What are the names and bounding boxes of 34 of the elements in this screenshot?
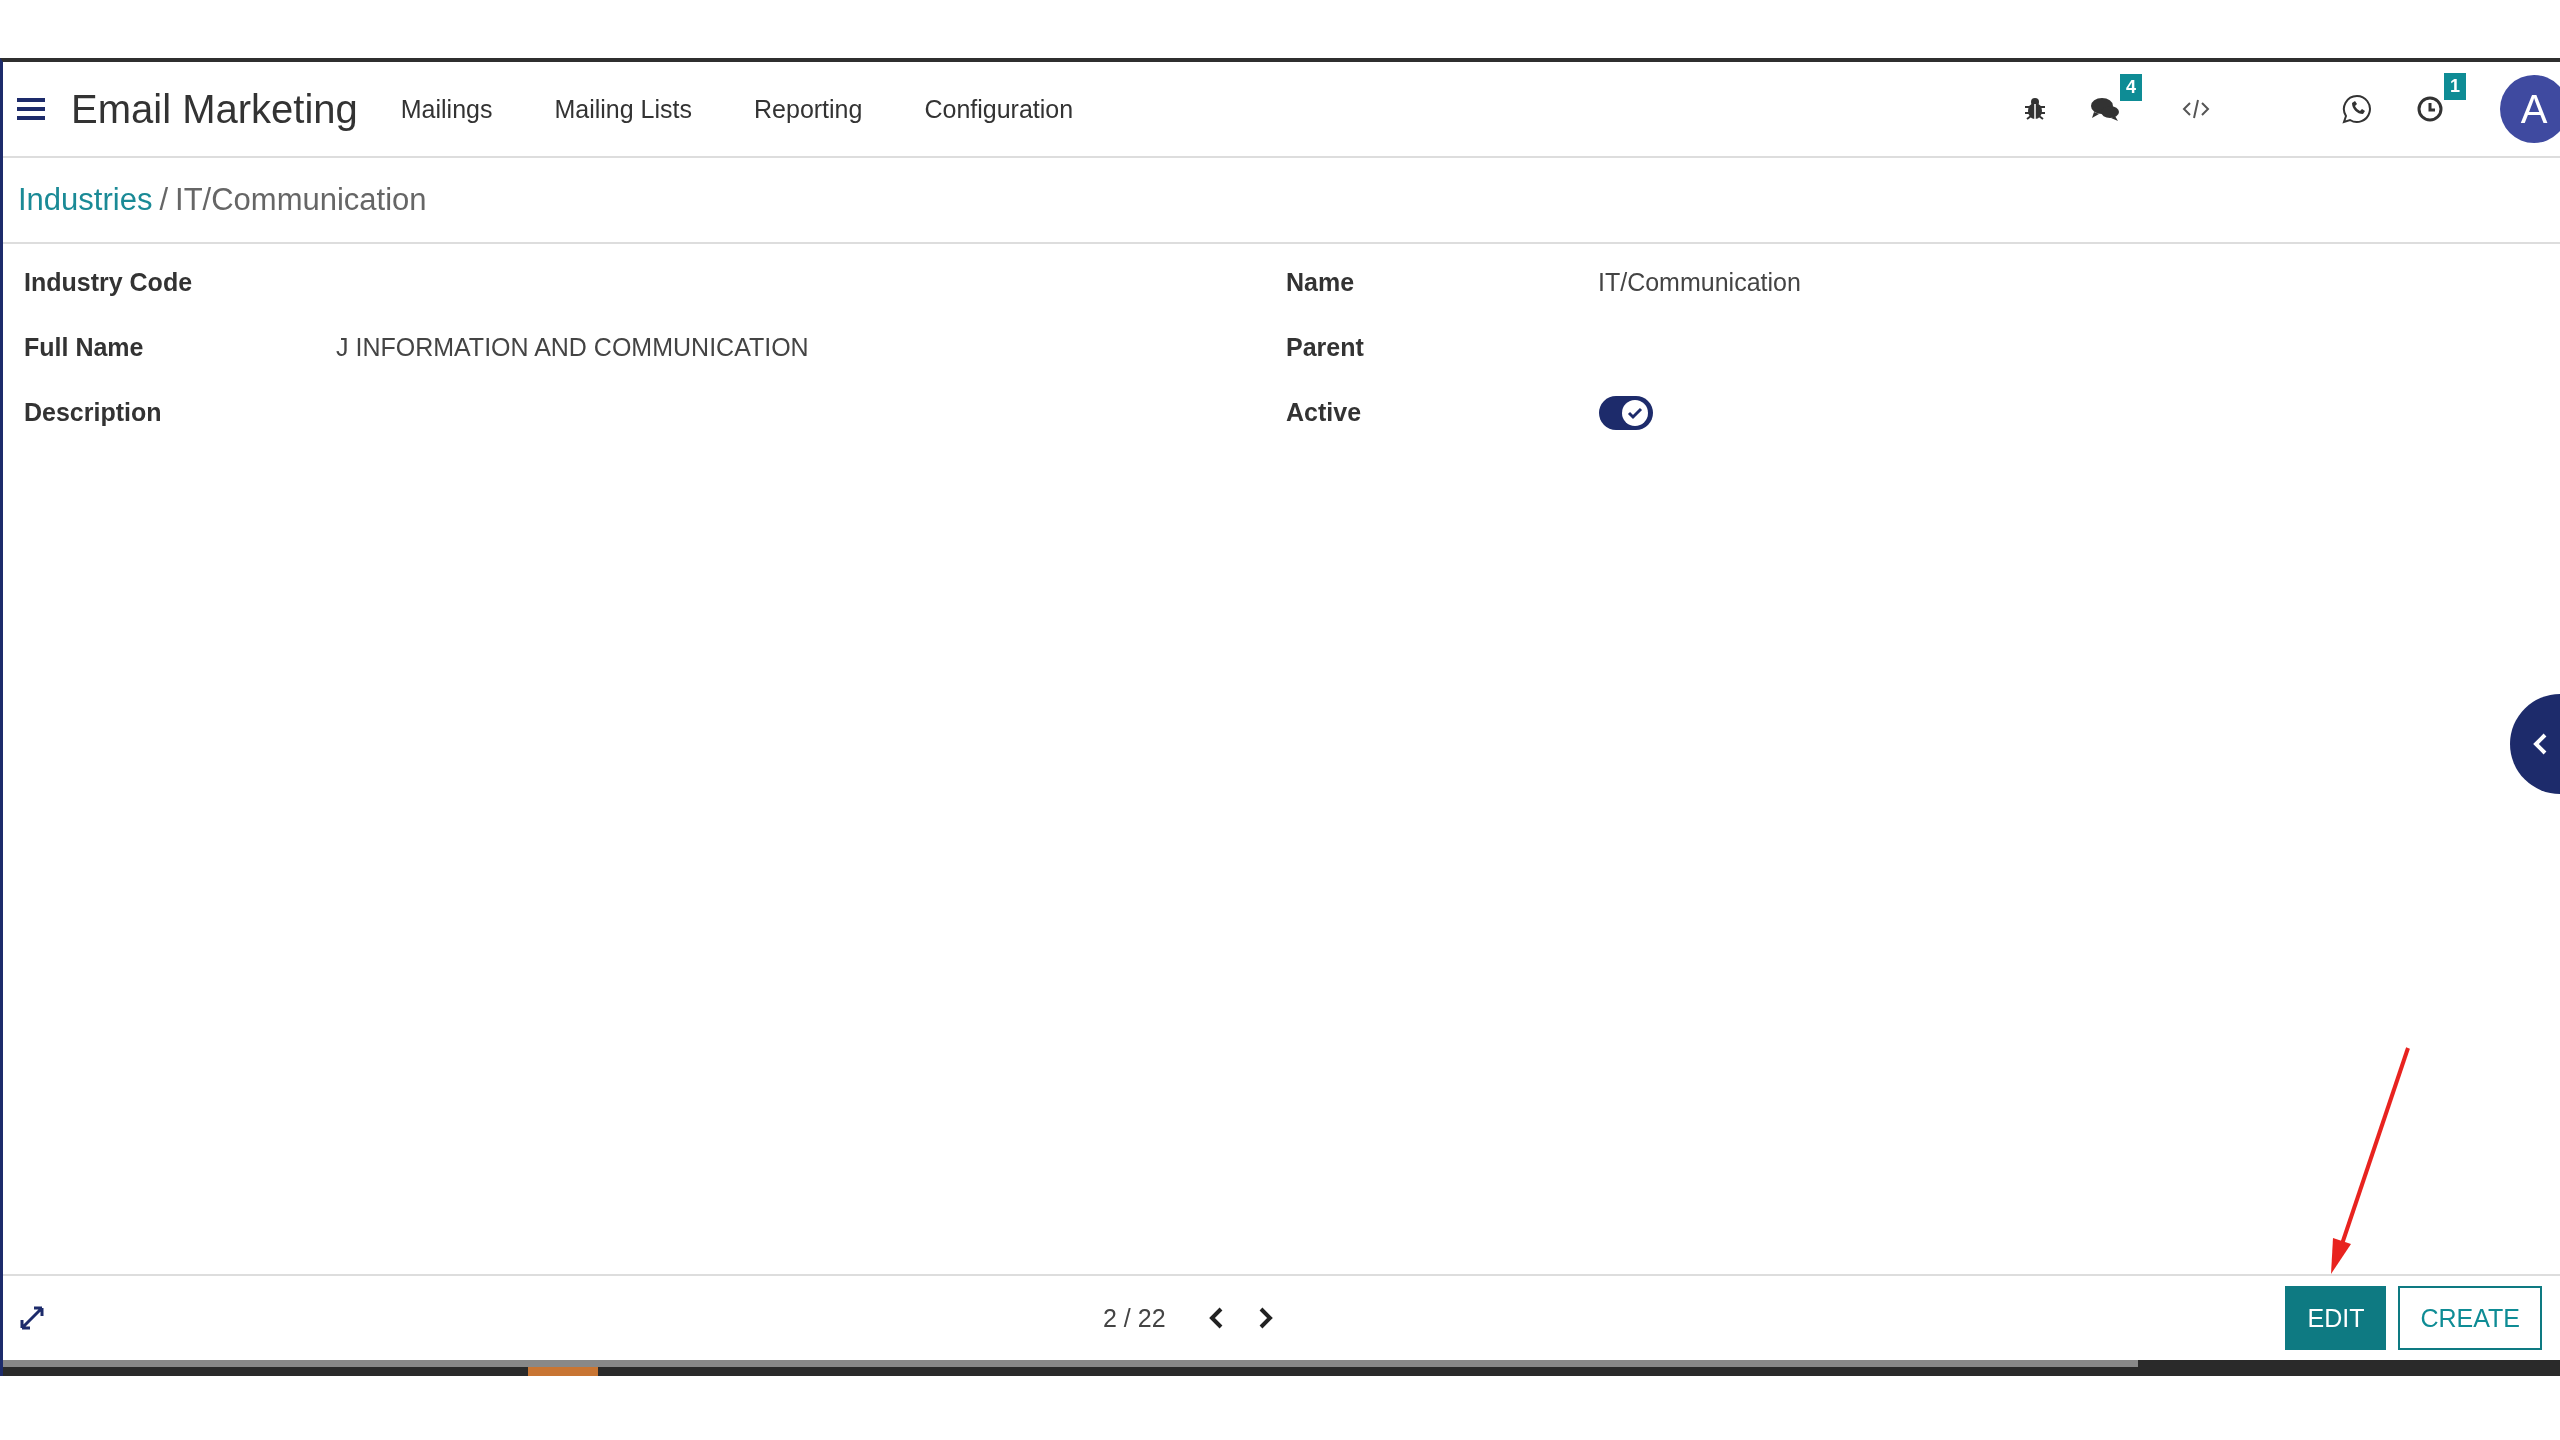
chat-icon[interactable] xyxy=(2090,96,2120,122)
field-label: Name xyxy=(1286,268,1356,297)
field-label: Full Name xyxy=(24,333,145,362)
previous-icon[interactable] xyxy=(1207,1306,1224,1330)
bug-icon[interactable] xyxy=(2024,97,2046,121)
code-icon[interactable] xyxy=(2182,98,2210,120)
app-title: Email Marketing xyxy=(71,86,358,132)
phone-chat-icon[interactable] xyxy=(2342,94,2372,124)
menu-item[interactable]: Mailing Lists xyxy=(523,94,724,124)
field-label: Active xyxy=(1286,398,1363,427)
clock-icon[interactable] xyxy=(2416,95,2444,123)
field-label: Industry Code xyxy=(24,268,194,297)
notification-badge: 1 xyxy=(2444,73,2466,100)
menu-item[interactable]: Configuration xyxy=(893,94,1105,124)
notification-badge: 4 xyxy=(2120,74,2142,101)
menu-item[interactable]: Mailings xyxy=(369,94,524,124)
breadcrumb-link[interactable]: Industries xyxy=(18,182,153,218)
chevron-left-icon[interactable] xyxy=(2532,732,2548,756)
toggle-switch[interactable] xyxy=(1598,394,1654,431)
menu-icon[interactable] xyxy=(17,98,45,120)
field-value: J INFORMATION AND COMMUNICATION xyxy=(336,333,810,362)
breadcrumb-separator: / xyxy=(159,182,169,218)
expand-icon[interactable] xyxy=(19,1305,45,1331)
pager-counter: 2 / 22 xyxy=(1103,1303,1166,1333)
user-avatar[interactable]: A xyxy=(2500,75,2560,143)
breadcrumb-current: IT/Communication xyxy=(175,182,427,218)
secondary-button[interactable]: CREATE xyxy=(2398,1286,2542,1350)
next-icon[interactable] xyxy=(1257,1306,1274,1330)
horizontal-scrollbar[interactable] xyxy=(3,1360,2560,1376)
field-value: IT/Communication xyxy=(1598,268,1802,297)
field-label: Description xyxy=(24,398,163,427)
primary-button[interactable]: EDIT xyxy=(2285,1286,2387,1350)
menu-item[interactable]: Reporting xyxy=(723,94,894,124)
field-label: Parent xyxy=(1286,333,1365,362)
